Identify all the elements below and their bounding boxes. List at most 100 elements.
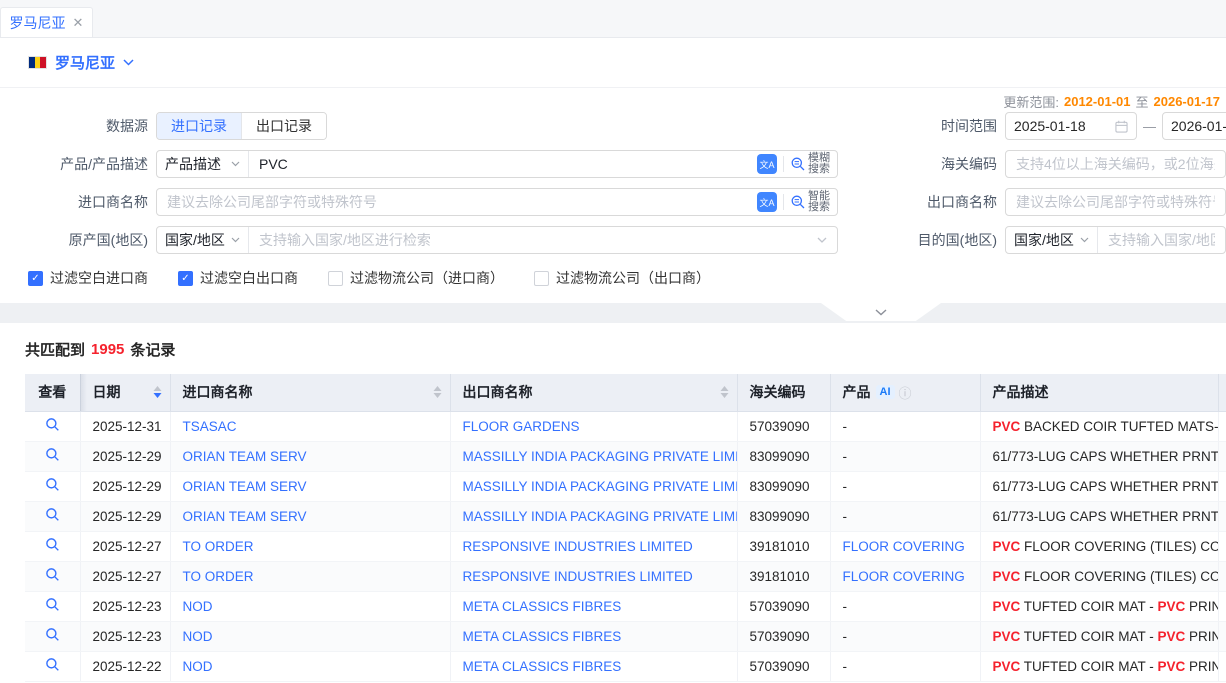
product-search-input[interactable] bbox=[249, 151, 751, 177]
column-header-exporter[interactable]: 出口商名称 bbox=[450, 374, 737, 411]
trade-data-app: 罗马尼亚 ✕ 罗马尼亚 更新范围: 2012-01-01 至 2026-01-1… bbox=[0, 0, 1226, 683]
magnifier-icon bbox=[45, 447, 60, 462]
origin-country-label: 原产国(地区) bbox=[28, 230, 148, 250]
view-record-button[interactable] bbox=[45, 477, 60, 492]
row-description: PVC FLOOR COVERING (TILES) CONT... bbox=[980, 531, 1218, 561]
tab-romania[interactable]: 罗马尼亚 ✕ bbox=[0, 7, 93, 37]
view-record-button[interactable] bbox=[45, 507, 60, 522]
dest-country-select[interactable]: 国家/地区 bbox=[1006, 227, 1098, 253]
checkbox-icon: ✓ bbox=[28, 271, 43, 286]
origin-country-input[interactable] bbox=[249, 227, 817, 253]
importer-link[interactable]: TSASAC bbox=[183, 419, 237, 434]
column-header-importer[interactable]: 进口商名称 bbox=[170, 374, 450, 411]
product-type-select[interactable]: 产品描述 bbox=[157, 151, 249, 177]
view-record-button[interactable] bbox=[45, 657, 60, 672]
importer-link[interactable]: NOD bbox=[183, 599, 213, 614]
row-product: - bbox=[830, 651, 980, 681]
view-record-button[interactable] bbox=[45, 447, 60, 462]
checkbox-icon bbox=[328, 271, 343, 286]
table-row: 2025-12-23 NOD META CLASSICS FIBRES 5703… bbox=[25, 621, 1226, 651]
ai-badge: AI bbox=[876, 385, 895, 399]
collapse-filters-button[interactable] bbox=[821, 303, 941, 321]
hs-code-input[interactable] bbox=[1005, 150, 1226, 178]
row-description: PVC TUFTED COIR MAT - PVC PRINT... bbox=[980, 651, 1218, 681]
exporter-input[interactable] bbox=[1005, 188, 1226, 216]
row-date: 2025-12-23 bbox=[80, 591, 170, 621]
view-record-button[interactable] bbox=[45, 567, 60, 582]
results-count: 1995 bbox=[91, 341, 124, 358]
row-description: PVC TUFTED COIR MAT - PVC PRINT... bbox=[980, 591, 1218, 621]
origin-country-select[interactable]: 国家/地区 bbox=[157, 227, 249, 253]
checkbox-filter-blank-exporter[interactable]: ✓ 过滤空白出口商 bbox=[178, 268, 298, 288]
row-hs-code: 83099090 bbox=[737, 471, 830, 501]
translate-icon[interactable]: 文A bbox=[757, 192, 777, 212]
magnifier-icon bbox=[45, 627, 60, 642]
view-record-button[interactable] bbox=[45, 537, 60, 552]
row-product: - bbox=[830, 471, 980, 501]
row-date: 2025-12-31 bbox=[80, 411, 170, 441]
exporter-link[interactable]: RESPONSIVE INDUSTRIES LIMITED bbox=[463, 539, 693, 554]
exporter-link[interactable]: META CLASSICS FIBRES bbox=[463, 599, 622, 614]
row-product: - bbox=[830, 441, 980, 471]
column-header-description: 产品描述 bbox=[980, 374, 1218, 411]
chevron-down-icon[interactable] bbox=[123, 59, 134, 66]
importer-link[interactable]: ORIAN TEAM SERV bbox=[183, 449, 307, 464]
search-icon bbox=[790, 194, 806, 210]
magnifier-icon bbox=[45, 567, 60, 582]
importer-link[interactable]: TO ORDER bbox=[183, 539, 254, 554]
country-name: 罗马尼亚 bbox=[55, 52, 115, 73]
chevron-down-icon bbox=[1080, 237, 1089, 243]
dest-country-input[interactable] bbox=[1098, 227, 1225, 253]
row-product: - bbox=[830, 591, 980, 621]
dest-country-label: 目的国(地区) bbox=[838, 230, 997, 250]
view-record-button[interactable] bbox=[45, 597, 60, 612]
view-record-button[interactable] bbox=[45, 627, 60, 642]
chevron-down-icon[interactable] bbox=[817, 237, 827, 243]
exporter-link[interactable]: MASSILLY INDIA PACKAGING PRIVATE LIMI... bbox=[463, 509, 738, 524]
date-start-input[interactable]: 2025-01-18 bbox=[1005, 112, 1137, 140]
checkbox-filter-blank-importer[interactable]: ✓ 过滤空白进口商 bbox=[28, 268, 148, 288]
update-range-label: 更新范围: bbox=[1003, 92, 1059, 111]
row-date: 2025-12-29 bbox=[80, 441, 170, 471]
exporter-link[interactable]: FLOOR GARDENS bbox=[463, 419, 580, 434]
importer-link[interactable]: ORIAN TEAM SERV bbox=[183, 509, 307, 524]
table-body: 2025-12-31 TSASAC FLOOR GARDENS 57039090… bbox=[25, 411, 1226, 681]
info-icon[interactable]: ⓘ bbox=[899, 383, 912, 402]
exporter-link[interactable]: META CLASSICS FIBRES bbox=[463, 629, 622, 644]
export-records-button[interactable]: 出口记录 bbox=[241, 113, 326, 139]
translate-icon[interactable]: 文A bbox=[757, 154, 777, 174]
sort-icon-date[interactable] bbox=[153, 386, 162, 398]
date-start-value: 2025-01-18 bbox=[1014, 118, 1086, 134]
checkbox-filter-logistics-importer[interactable]: 过滤物流公司（进口商） bbox=[328, 268, 504, 288]
tab-close-icon[interactable]: ✕ bbox=[73, 16, 84, 29]
importer-link[interactable]: NOD bbox=[183, 629, 213, 644]
product-link[interactable]: FLOOR COVERING bbox=[843, 539, 965, 554]
importer-link[interactable]: ORIAN TEAM SERV bbox=[183, 479, 307, 494]
exporter-link[interactable]: MASSILLY INDIA PACKAGING PRIVATE LIMI... bbox=[463, 479, 738, 494]
importer-search-input[interactable] bbox=[157, 189, 751, 215]
row-date: 2025-12-27 bbox=[80, 531, 170, 561]
exporter-link[interactable]: META CLASSICS FIBRES bbox=[463, 659, 622, 674]
exporter-label: 出口商名称 bbox=[838, 192, 997, 212]
view-record-button[interactable] bbox=[45, 417, 60, 432]
row-description: PVC TUFTED COIR MAT - PVC PRINT... bbox=[980, 621, 1218, 651]
import-records-button[interactable]: 进口记录 bbox=[157, 113, 241, 139]
checkbox-filter-logistics-exporter[interactable]: 过滤物流公司（出口商） bbox=[534, 268, 710, 288]
magnifier-icon bbox=[45, 657, 60, 672]
exporter-link[interactable]: MASSILLY INDIA PACKAGING PRIVATE LIMI... bbox=[463, 449, 738, 464]
table-row: 2025-12-29 ORIAN TEAM SERV MASSILLY INDI… bbox=[25, 471, 1226, 501]
date-end-input[interactable]: 2026-01-17 bbox=[1162, 112, 1226, 140]
product-link[interactable]: FLOOR COVERING bbox=[843, 569, 965, 584]
magnifier-icon bbox=[45, 477, 60, 492]
smart-search-button[interactable]: 智能 搜索 bbox=[784, 191, 837, 213]
column-header-date[interactable]: 日期 bbox=[80, 374, 170, 411]
row-hs-code: 57039090 bbox=[737, 621, 830, 651]
importer-link[interactable]: NOD bbox=[183, 659, 213, 674]
date-range-separator: — bbox=[1143, 119, 1156, 134]
fuzzy-search-button[interactable]: 模糊 搜索 bbox=[784, 153, 837, 175]
exporter-link[interactable]: RESPONSIVE INDUSTRIES LIMITED bbox=[463, 569, 693, 584]
importer-link[interactable]: TO ORDER bbox=[183, 569, 254, 584]
sort-icon-importer[interactable] bbox=[433, 386, 442, 398]
sort-icon-exporter[interactable] bbox=[720, 386, 729, 398]
row-hs-code: 57039090 bbox=[737, 651, 830, 681]
